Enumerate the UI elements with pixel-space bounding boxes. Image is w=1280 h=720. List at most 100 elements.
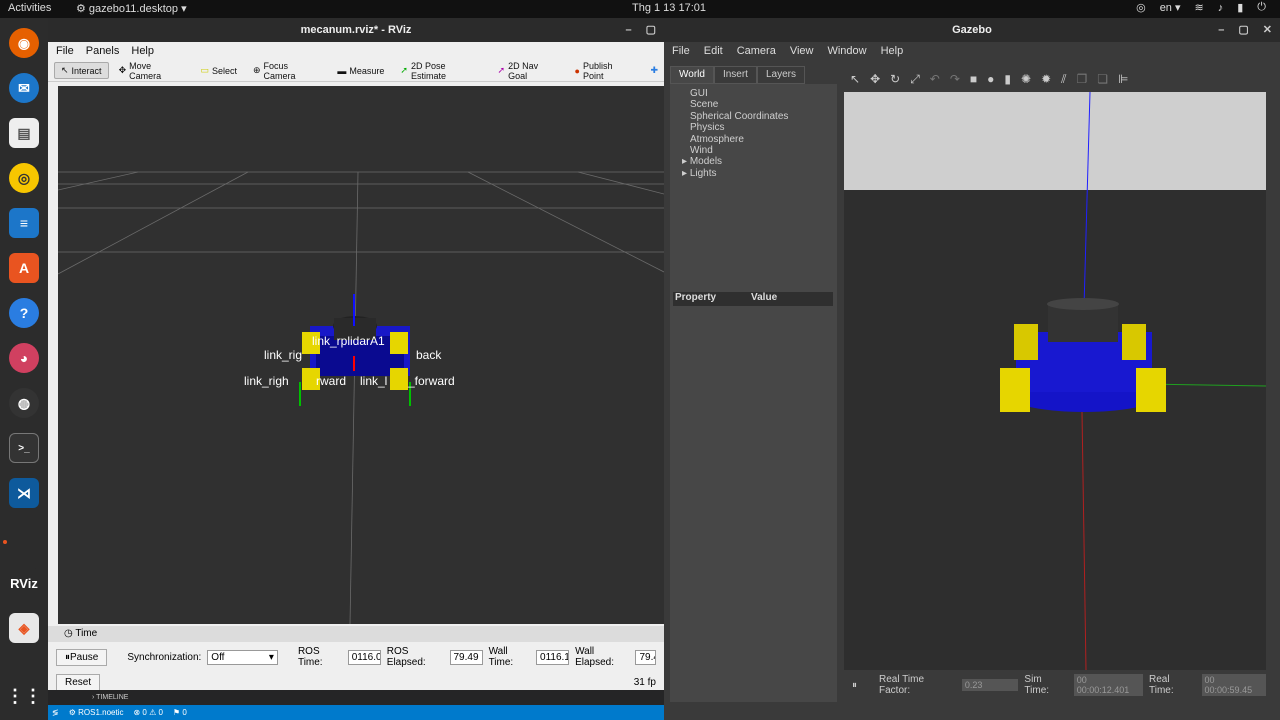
chrome-icon[interactable]: ◕ xyxy=(9,343,39,373)
maximize-icon[interactable]: ▢ xyxy=(646,18,656,42)
gazebo-titlebar[interactable]: Gazebo – ▢ ✕ xyxy=(664,18,1280,42)
vscode-icon[interactable]: ⋊ xyxy=(9,478,39,508)
volume-icon[interactable]: ♪ xyxy=(1218,2,1224,14)
rviz-icon[interactable]: RViz xyxy=(9,568,39,598)
add-tool-button[interactable]: ✚ xyxy=(644,63,664,78)
tool-2d-nav[interactable]: ➚ 2D Nav Goal xyxy=(492,59,565,83)
tool-interact[interactable]: ↖ Interact xyxy=(54,62,109,79)
directional-light-icon[interactable]: ⫽ xyxy=(1061,72,1066,87)
top-bar: Activities ⚙ gazebo11.desktop ▾ Thg 1 13… xyxy=(0,0,1280,18)
cylinder-icon[interactable]: ▮ xyxy=(1004,72,1011,86)
paste-icon[interactable]: ❏ xyxy=(1097,72,1108,86)
files-icon[interactable]: ▤ xyxy=(9,118,39,148)
menu-edit[interactable]: Edit xyxy=(704,45,723,57)
tree-item-models[interactable]: ▸ Models xyxy=(682,156,837,167)
tree-item[interactable]: Spherical Coordinates xyxy=(690,111,837,122)
writer-icon[interactable]: ≡ xyxy=(9,208,39,238)
tab-insert[interactable]: Insert xyxy=(713,66,757,84)
menu-window[interactable]: Window xyxy=(827,45,866,57)
gear-icon: ⚙ xyxy=(68,708,79,717)
tool-move-camera[interactable]: ✥ Move Camera xyxy=(113,59,191,83)
activities-button[interactable]: Activities xyxy=(8,2,51,14)
menu-file[interactable]: File xyxy=(56,45,74,57)
clock[interactable]: Thg 1 13 17:01 xyxy=(632,2,706,14)
language-indicator[interactable]: en ▾ xyxy=(1160,1,1181,14)
wall-elapsed-field[interactable]: 79.4 xyxy=(635,649,657,665)
ros-elapsed-label: ROS Elapsed: xyxy=(386,646,426,668)
property-table-header: Property Value xyxy=(673,292,833,306)
thunderbird-icon[interactable]: ✉ xyxy=(9,73,39,103)
timeline-panel[interactable]: › TIMELINE xyxy=(48,690,664,705)
ros-time-field[interactable]: 0116.08 xyxy=(347,649,381,665)
tab-world[interactable]: World xyxy=(670,66,714,84)
spot-light-icon[interactable]: ✹ xyxy=(1041,72,1051,86)
window-title: Gazebo xyxy=(952,24,992,36)
tree-item[interactable]: Physics xyxy=(690,122,837,133)
apps-grid-icon[interactable]: ⋮⋮ xyxy=(6,681,42,711)
box-icon[interactable]: ■ xyxy=(970,72,977,86)
tool-select[interactable]: ▭ Select xyxy=(194,63,243,78)
scale-icon[interactable]: ⤢ xyxy=(910,72,920,87)
redo-icon[interactable]: ↷ xyxy=(950,72,960,86)
menu-panels[interactable]: Panels xyxy=(86,45,120,57)
pause-icon[interactable]: ⏸ xyxy=(852,680,857,691)
software-icon[interactable]: A xyxy=(9,253,39,283)
select-mode-icon[interactable]: ↖ xyxy=(850,72,860,86)
power-icon[interactable]: ⏻ xyxy=(1257,1,1266,14)
minimize-icon[interactable]: – xyxy=(625,18,631,42)
wall-time-field[interactable]: 0116.11 xyxy=(536,649,570,665)
ports-indicator[interactable]: ⚑ 0 xyxy=(173,708,187,717)
tree-item[interactable]: Atmosphere xyxy=(690,134,837,145)
close-icon[interactable]: ✕ xyxy=(1263,18,1272,42)
rotate-icon[interactable]: ↻ xyxy=(890,72,900,86)
firefox-icon[interactable]: ◉ xyxy=(9,28,39,58)
gazebo-3d-view[interactable] xyxy=(844,92,1266,670)
ros-elapsed-field[interactable]: 79.49 xyxy=(449,649,483,665)
time-panel-header: ◷ Time xyxy=(48,626,664,642)
tree-item[interactable]: Scene xyxy=(690,99,837,110)
minimize-icon[interactable]: – xyxy=(1218,18,1224,42)
tool-focus-camera[interactable]: ⊕ Focus Camera xyxy=(247,59,327,83)
point-light-icon[interactable]: ✺ xyxy=(1021,72,1031,86)
undo-icon[interactable]: ↶ xyxy=(930,72,940,86)
menu-help[interactable]: Help xyxy=(131,45,154,57)
battery-icon[interactable]: ▮ xyxy=(1237,1,1243,14)
rviz-titlebar[interactable]: mecanum.rviz* - RViz – ▢ xyxy=(48,18,664,42)
maximize-icon[interactable]: ▢ xyxy=(1238,18,1248,42)
remote-icon[interactable]: ≶ xyxy=(52,708,59,717)
tool-2d-pose[interactable]: ➚ 2D Pose Estimate xyxy=(394,59,487,83)
align-icon[interactable]: ⊫ xyxy=(1118,72,1128,86)
accessibility-icon[interactable]: ◎ xyxy=(1136,1,1146,14)
problems-indicator[interactable]: ⊗ 0 ⚠ 0 xyxy=(133,708,162,717)
running-indicator xyxy=(3,540,7,544)
tree-item[interactable]: GUI xyxy=(690,88,837,99)
menu-view[interactable]: View xyxy=(790,45,814,57)
reset-button[interactable]: Reset xyxy=(56,674,101,691)
sync-select[interactable]: Off ▾ xyxy=(207,649,278,665)
frame-label: _forward xyxy=(408,374,455,388)
dock: ◉ ✉ ▤ ◎ ≡ A ? ◕ ◍ >_ ⋊ RViz ◈ ⋮⋮ xyxy=(0,18,48,720)
rhythmbox-icon[interactable]: ◎ xyxy=(9,163,39,193)
tree-item[interactable]: Wind xyxy=(690,145,837,156)
terminal-icon[interactable]: >_ xyxy=(9,433,39,463)
translate-icon[interactable]: ✥ xyxy=(870,72,880,86)
sphere-icon[interactable]: ● xyxy=(987,72,994,86)
ros-status[interactable]: ⚙ ROS1.noetic xyxy=(69,708,124,717)
pause-button[interactable]: ⏸Pause xyxy=(56,648,108,666)
tree-item-lights[interactable]: ▸ Lights xyxy=(682,168,837,179)
gazebo-icon[interactable]: ◈ xyxy=(9,613,39,643)
gazebo-window: Gazebo – ▢ ✕ File Edit Camera View Window … xyxy=(664,18,1280,720)
menu-help[interactable]: Help xyxy=(881,45,904,57)
tab-layers[interactable]: Layers xyxy=(756,66,805,84)
menu-file[interactable]: File xyxy=(672,45,690,57)
rviz-3d-view[interactable]: link_rplidarA1 link_rig back link_righ r… xyxy=(58,86,664,624)
app-menu[interactable]: ⚙ gazebo11.desktop ▾ xyxy=(76,2,187,15)
tool-publish-point[interactable]: ● Publish Point xyxy=(569,59,641,83)
copy-icon[interactable]: ❐ xyxy=(1077,72,1088,86)
help-icon[interactable]: ? xyxy=(9,298,39,328)
obs-icon[interactable]: ◍ xyxy=(9,388,39,418)
menu-camera[interactable]: Camera xyxy=(737,45,776,57)
wifi-icon[interactable]: ≋ xyxy=(1195,1,1204,14)
tool-measure[interactable]: ▬ Measure xyxy=(331,64,390,78)
time-controls-row: ⏸Pause Synchronization: Off ▾ ROS Time: 0… xyxy=(48,642,664,672)
